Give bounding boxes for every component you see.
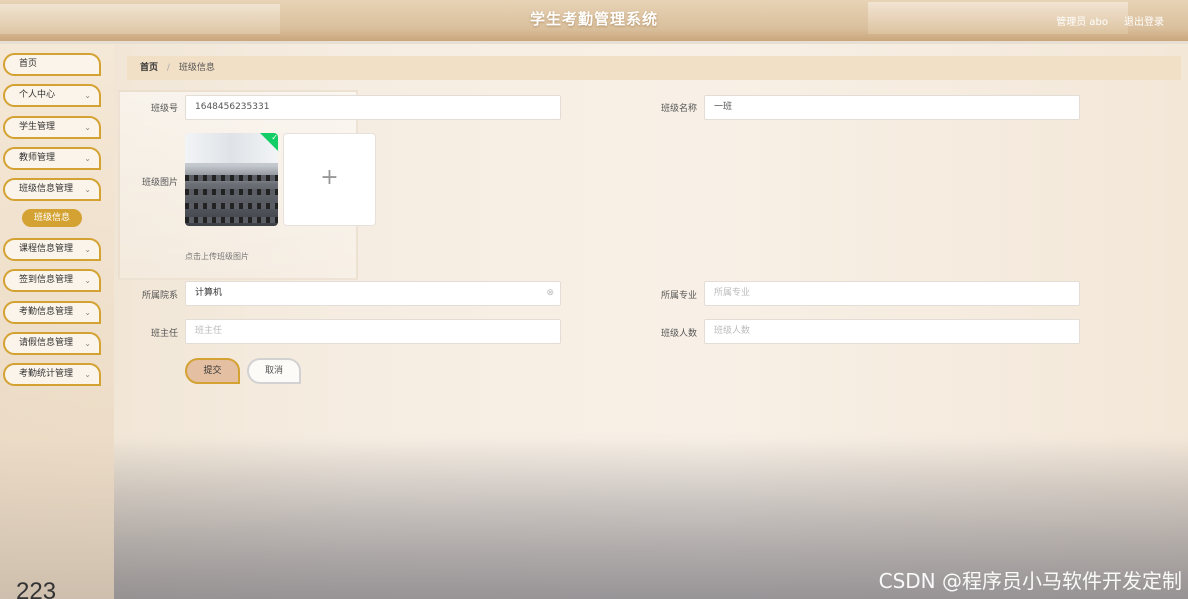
sidebar-item-attendance[interactable]: 考勤信息管理 ⌄ (3, 301, 101, 324)
cancel-button[interactable]: 取消 (247, 358, 301, 384)
chevron-down-icon: ⌄ (84, 276, 91, 285)
watermark: CSDN @程序员小马软件开发定制 (878, 569, 1182, 593)
sidebar-item-attendance-stats[interactable]: 考勤统计管理 ⌄ (3, 363, 101, 386)
class-image-label: 班级图片 (141, 178, 178, 188)
sidebar-item-leave[interactable]: 请假信息管理 ⌄ (3, 332, 101, 355)
chevron-down-icon: ⌄ (84, 245, 91, 254)
chevron-down-icon: ⌄ (84, 91, 91, 100)
sidebar-item-students[interactable]: 学生管理 ⌄ (3, 116, 101, 139)
sidebar-subitem-class-info[interactable]: 班级信息 (22, 209, 82, 227)
sidebar-item-label: 班级信息管理 (19, 184, 74, 194)
upload-success-badge: ✓ (260, 133, 278, 151)
major-input[interactable]: 所属专业 (704, 281, 1080, 306)
current-user: 管理员 abo (1056, 17, 1108, 28)
clear-icon[interactable]: ⊗ (546, 282, 554, 305)
chevron-down-icon: ⌄ (84, 154, 91, 163)
submit-button[interactable]: 提交 (185, 358, 240, 384)
uploaded-class-image[interactable]: ✓ (185, 133, 278, 226)
student-count-label: 班级人数 (660, 329, 697, 339)
student-count-input[interactable]: 班级人数 (704, 319, 1080, 344)
department-label: 所属院系 (141, 291, 178, 301)
breadcrumb-home[interactable]: 首页 (140, 63, 158, 73)
plus-icon: + (320, 165, 339, 190)
department-value: 计算机 (195, 288, 223, 298)
sidebar-item-profile[interactable]: 个人中心 ⌄ (3, 84, 101, 107)
sidebar-item-label: 考勤统计管理 (19, 369, 74, 379)
chevron-down-icon: ⌄ (84, 185, 91, 194)
class-name-label: 班级名称 (660, 104, 697, 114)
top-header: 学生考勤管理系统 管理员 abo 退出登录 (0, 0, 1188, 44)
sidebar-item-label: 签到信息管理 (19, 275, 74, 285)
breadcrumb-current: 班级信息 (178, 63, 215, 73)
breadcrumb-separator: / (166, 63, 170, 73)
breadcrumb: 首页 / 班级信息 (127, 56, 1181, 80)
sidebar-item-label: 首页 (19, 59, 38, 69)
class-no-label: 班级号 (150, 104, 178, 114)
chevron-down-icon: ⌄ (84, 339, 91, 348)
sidebar-item-label: 请假信息管理 (19, 338, 74, 348)
check-icon: ✓ (271, 133, 278, 142)
class-name-input[interactable]: 一班 (704, 95, 1080, 120)
sidebar-item-signin[interactable]: 签到信息管理 ⌄ (3, 269, 101, 292)
class-no-input[interactable]: 1648456235331 (185, 95, 561, 120)
sidebar-item-label: 考勤信息管理 (19, 307, 74, 317)
sidebar-item-class-info[interactable]: 班级信息管理 ⌄ (3, 178, 101, 201)
head-teacher-label: 班主任 (150, 329, 178, 339)
logout-link[interactable]: 退出登录 (1124, 13, 1164, 28)
upload-tip: 点击上传班级图片 (185, 252, 249, 261)
sidebar-item-home[interactable]: 首页 (3, 53, 101, 76)
sidebar-item-label: 课程信息管理 (19, 244, 74, 254)
chevron-down-icon: ⌄ (84, 308, 91, 317)
sidebar-item-label: 个人中心 (19, 90, 56, 100)
sidebar-item-teachers[interactable]: 教师管理 ⌄ (3, 147, 101, 170)
app-title: 学生考勤管理系统 (529, 10, 658, 28)
image-upload-button[interactable]: + (283, 133, 376, 226)
chevron-down-icon: ⌄ (84, 123, 91, 132)
head-teacher-input[interactable]: 班主任 (185, 319, 561, 344)
sidebar-item-courses[interactable]: 课程信息管理 ⌄ (3, 238, 101, 261)
major-label: 所属专业 (660, 291, 697, 301)
sidebar-item-label: 学生管理 (19, 122, 56, 132)
sidebar-item-label: 教师管理 (19, 153, 56, 163)
corner-number: 223 (16, 578, 57, 599)
department-input[interactable]: 计算机 ⊗ (185, 281, 561, 306)
chevron-down-icon: ⌄ (84, 370, 91, 379)
